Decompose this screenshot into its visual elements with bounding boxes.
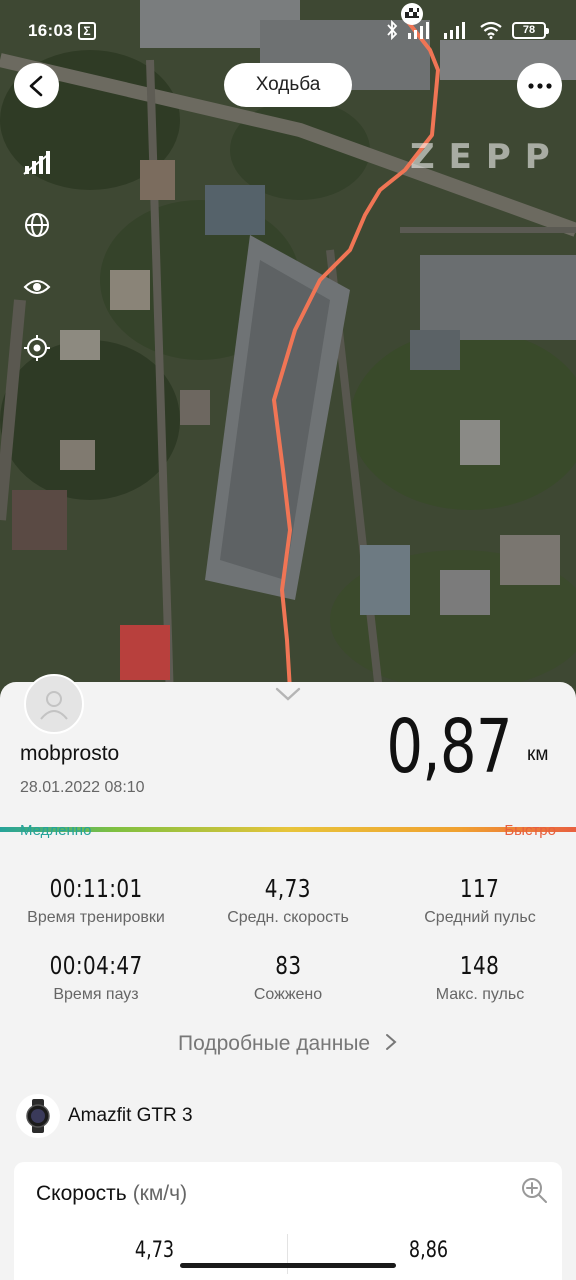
stat-value: 83 [274, 951, 302, 980]
bluetooth-icon [387, 20, 398, 40]
avatar[interactable] [24, 674, 84, 734]
back-button[interactable] [14, 63, 59, 108]
stat-pause-time: 00:04:47 Время пауз [0, 951, 192, 1004]
speed-title-text: Скорость [36, 1182, 127, 1205]
stat-avg-heart-rate: 117 Средний пульс [384, 874, 576, 927]
stat-label: Средний пульс [424, 909, 536, 926]
username: mobprosto [20, 742, 120, 765]
map-view[interactable]: 16:03 Σ 78 Ходьба ZEPP [0, 0, 576, 700]
stat-avg-speed: 4,73 Средн. скорость [192, 874, 384, 927]
status-bar: 16:03 Σ 78 [0, 0, 576, 64]
signal-strength-icon [23, 151, 50, 175]
speed-fast-label: Быстро [504, 822, 556, 839]
distance-value: 0,87 [386, 704, 513, 790]
distance-unit: км [527, 744, 549, 765]
signal-icon [408, 22, 429, 39]
stat-label: Время пауз [53, 986, 139, 1003]
workout-datetime: 28.01.2022 08:10 [20, 779, 145, 796]
max-speed-value: 8,86 [408, 1238, 449, 1263]
divider [287, 1234, 288, 1274]
status-icons: 78 [386, 20, 549, 40]
detailed-data-label: Подробные данные [178, 1032, 371, 1055]
map-layer-button[interactable] [20, 208, 54, 242]
eye-icon [23, 280, 51, 294]
speed-slow-label: Медленно [20, 822, 92, 839]
zoom-in-icon[interactable] [520, 1176, 548, 1204]
chevron-down-icon[interactable] [274, 684, 302, 704]
zepp-watermark: ZEPP [410, 137, 564, 177]
signal-icon-2 [444, 22, 465, 39]
battery-icon: 78 [512, 21, 549, 39]
stat-value: 148 [460, 951, 500, 980]
home-indicator[interactable] [180, 1263, 396, 1268]
avg-speed-value: 4,73 [134, 1238, 175, 1263]
locate-icon [24, 335, 50, 361]
stat-workout-time: 00:11:01 Время тренировки [0, 874, 192, 927]
stat-max-heart-rate: 148 Макс. пульс [384, 951, 576, 1004]
status-time: 16:03 [28, 21, 73, 40]
speed-unit-text: (км/ч) [132, 1182, 188, 1205]
stat-label: Макс. пульс [435, 986, 525, 1003]
user-icon [40, 691, 68, 720]
watch-avatar [16, 1094, 60, 1138]
signal-toggle-button[interactable] [20, 146, 54, 180]
more-dots-icon [527, 82, 552, 89]
smartwatch-icon [26, 1099, 50, 1133]
chevron-right-icon [385, 1034, 397, 1050]
stat-label: Сожжено [253, 986, 323, 1003]
globe-icon [25, 213, 49, 237]
stat-value: 117 [460, 874, 500, 903]
notification-icon: Σ [78, 22, 96, 40]
stat-label: Время тренировки [27, 909, 165, 926]
locate-button[interactable] [20, 331, 54, 365]
stat-value: 4,73 [264, 874, 312, 903]
visibility-button[interactable] [20, 270, 54, 304]
speed-card-title: Скорость (км/ч) [36, 1182, 187, 1206]
stat-calories: 83 Сожжено [192, 951, 384, 1004]
stat-value: 00:11:01 [49, 874, 143, 903]
stat-label: Средн. скорость [227, 909, 349, 926]
activity-type-label[interactable]: Ходьба [224, 63, 352, 107]
chevron-left-icon [29, 75, 42, 96]
wifi-icon [480, 21, 502, 39]
detailed-data-link[interactable]: Подробные данные [0, 1032, 576, 1056]
stat-value: 00:04:47 [49, 951, 143, 980]
more-options-button[interactable] [517, 63, 562, 108]
device-name: Amazfit GTR 3 [68, 1105, 193, 1126]
